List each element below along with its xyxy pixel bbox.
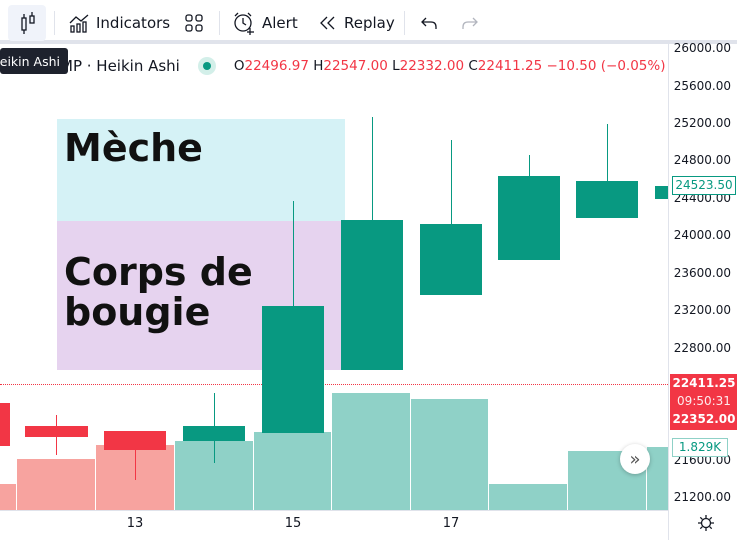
price-tick: 25600.00: [673, 79, 731, 93]
indicators-label: Indicators: [96, 14, 171, 32]
volume-badge: 1.829K: [672, 438, 728, 457]
candle: [498, 176, 560, 260]
redo-icon: [462, 17, 478, 29]
top-toolbar: Indicators Alert Replay: [0, 0, 737, 44]
time-tick: 15: [284, 516, 302, 531]
double-chevron-right-icon: »: [629, 448, 641, 470]
price-tick: 23200.00: [673, 303, 731, 317]
symbol-label: MP · Heikin Ashi: [60, 57, 180, 75]
indicators-icon: [69, 14, 89, 33]
candle: [104, 431, 166, 450]
grid-icon: [185, 14, 203, 32]
candle: [576, 181, 638, 218]
price-tick: 25200.00: [673, 116, 731, 130]
rewind-icon: [320, 16, 335, 30]
low-label: L: [392, 58, 400, 74]
replay-button[interactable]: Replay: [318, 8, 395, 38]
candle: [341, 220, 403, 370]
volume-bar: [254, 432, 331, 510]
volume-bar: [647, 447, 668, 510]
volume-bar: [332, 393, 410, 510]
current-price: 22411.25: [672, 376, 736, 390]
open-value: 22496.97: [244, 58, 309, 74]
chart-pane[interactable]: Mèche Corps de bougie MP · Heikin Ashi O…: [0, 44, 668, 510]
change-value: −10.50 (−0.05%): [546, 58, 666, 74]
open-label: O: [233, 58, 245, 74]
time-axis[interactable]: [0, 510, 668, 540]
layouts-button[interactable]: [184, 8, 204, 38]
last-price-badge: 24523.50: [672, 176, 736, 195]
price-line: [0, 384, 668, 385]
high-label: H: [313, 58, 324, 74]
indicators-button[interactable]: Indicators: [68, 8, 170, 38]
tooltip: Heikin Ashi: [0, 48, 68, 74]
volume-bar: [411, 399, 488, 510]
candle: [25, 426, 88, 437]
alert-button[interactable]: Alert: [232, 8, 298, 38]
current-price-badge: 22411.25 09:50:31 22352.00: [670, 374, 737, 430]
candle: [655, 186, 668, 199]
settings-gear-icon[interactable]: [697, 514, 715, 532]
low-value: 22332.00: [399, 58, 465, 74]
volume-bar: [489, 484, 567, 510]
candle: [420, 224, 482, 295]
alert-label: Alert: [262, 14, 298, 32]
market-status-icon[interactable]: [197, 57, 216, 75]
candle: [262, 306, 324, 433]
chart-type-button[interactable]: [8, 5, 46, 41]
wick-annotation-text: Mèche: [64, 126, 203, 170]
price-tick: 24800.00: [673, 153, 731, 167]
body-annotation-text: Corps de bougie: [64, 250, 253, 334]
scroll-to-realtime-button[interactable]: »: [620, 444, 650, 474]
bar-countdown: 09:50:31: [677, 394, 731, 408]
price-tick: 22800.00: [673, 341, 731, 355]
undo-icon: [421, 17, 437, 29]
redo-button[interactable]: [461, 8, 479, 38]
alarm-clock-icon: [234, 12, 254, 35]
price-tick: 21200.00: [673, 490, 731, 504]
price-tick: 23600.00: [673, 266, 731, 280]
price-tick: 24000.00: [673, 228, 731, 242]
close-label: C: [468, 58, 478, 74]
candle: [183, 426, 245, 441]
volume-bar: [17, 459, 95, 510]
undo-button[interactable]: [420, 8, 438, 38]
volume-bar: [0, 484, 16, 510]
close-value: 22411.25: [477, 58, 543, 74]
legend: MP · Heikin Ashi O22496.97 H22547.00 L22…: [60, 57, 665, 75]
price-axis[interactable]: 26000.00 25600.00 25200.00 24800.00 2440…: [668, 41, 737, 540]
high-value: 22547.00: [323, 58, 388, 74]
candles-icon: [21, 12, 35, 34]
wick-annotation: Mèche: [57, 119, 345, 221]
candle: [0, 403, 10, 446]
low-price: 22352.00: [672, 412, 736, 426]
time-tick: 17: [442, 516, 460, 531]
time-tick: 13: [126, 516, 144, 531]
replay-label: Replay: [344, 14, 395, 32]
price-tick: 26000.00: [673, 41, 731, 55]
